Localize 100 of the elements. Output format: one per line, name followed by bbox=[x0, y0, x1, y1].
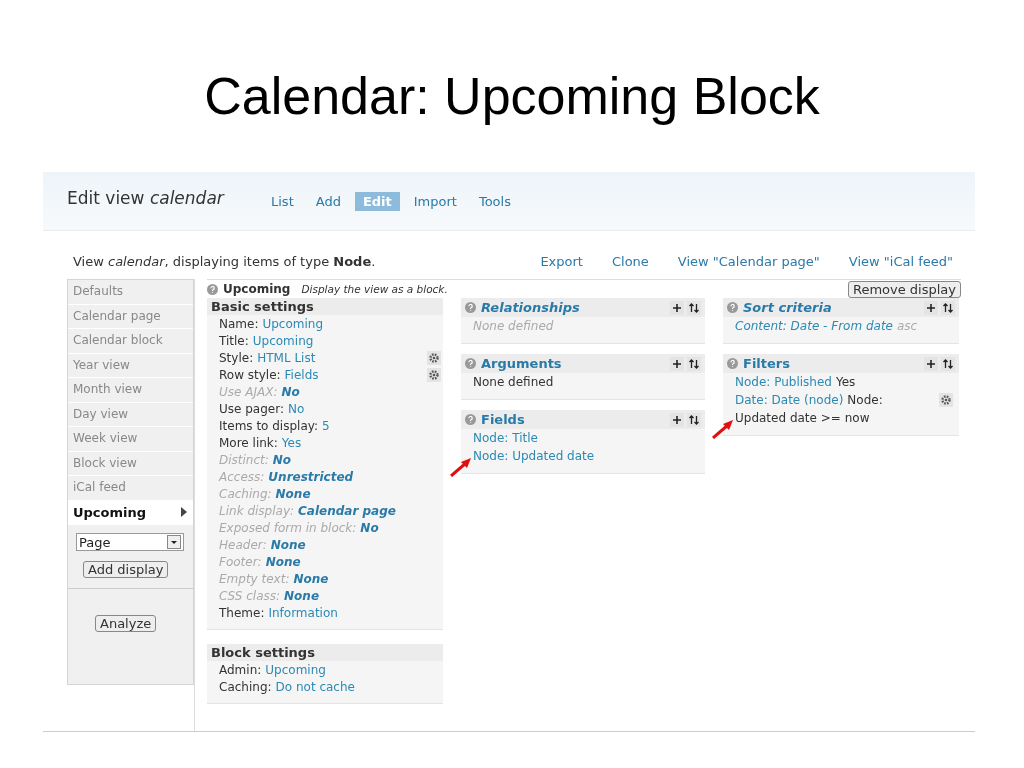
display-tab[interactable]: Calendar page bbox=[68, 304, 193, 329]
display-tab[interactable]: iCal feed bbox=[68, 476, 193, 501]
setting-link[interactable]: Yes bbox=[281, 435, 443, 450]
field-link[interactable]: Content: Date - From date bbox=[735, 319, 893, 333]
tab[interactable]: Add bbox=[307, 191, 349, 211]
help-icon[interactable] bbox=[465, 414, 476, 425]
view-description: View calendar, displaying items of type Node. bbox=[73, 253, 377, 269]
setting-link[interactable]: Fields bbox=[284, 367, 423, 382]
rearrange-icon[interactable] bbox=[687, 356, 701, 371]
setting-label: Use AJAX: bbox=[219, 384, 278, 399]
setting-link[interactable]: Information bbox=[268, 605, 443, 620]
setting-label: Style: bbox=[219, 350, 254, 365]
rearrange-icon[interactable] bbox=[687, 300, 701, 315]
field-link[interactable]: Node: Title bbox=[473, 431, 538, 445]
slide-title: Calendar: Upcoming Block bbox=[203, 66, 821, 127]
setting-link[interactable]: None bbox=[293, 571, 443, 586]
add-icon[interactable] bbox=[670, 412, 684, 427]
item-text: None defined bbox=[473, 375, 554, 389]
item-text: Yes bbox=[835, 375, 856, 389]
remove-display-button[interactable]: Remove display bbox=[847, 280, 961, 298]
setting-label: Admin: bbox=[219, 662, 262, 677]
display-tab[interactable]: Defaults bbox=[68, 280, 193, 305]
setting-label: Theme: bbox=[219, 605, 265, 620]
display-name: Upcoming bbox=[223, 282, 291, 296]
setting-label: Caching: bbox=[219, 679, 272, 694]
setting-link[interactable]: HTML List bbox=[257, 350, 423, 365]
field-link[interactable]: Date: Date (node) bbox=[735, 393, 844, 407]
setting-label: Empty text: bbox=[219, 571, 290, 586]
setting-link[interactable]: None bbox=[270, 537, 443, 552]
display-tab[interactable]: Week view bbox=[68, 427, 193, 452]
rearrange-icon[interactable] bbox=[941, 300, 955, 315]
add-icon[interactable] bbox=[924, 356, 938, 371]
setting-link[interactable]: Do not cache bbox=[275, 679, 443, 694]
setting-label: Caching: bbox=[219, 486, 272, 501]
tab[interactable]: Import bbox=[405, 191, 465, 211]
setting-link[interactable]: No bbox=[287, 401, 443, 416]
tab[interactable]: List bbox=[263, 191, 302, 211]
setting-link[interactable]: Unrestricted bbox=[268, 469, 443, 484]
rearrange-icon[interactable] bbox=[941, 356, 955, 371]
setting-link[interactable]: No bbox=[272, 452, 443, 467]
display-tab[interactable]: Month view bbox=[68, 378, 193, 403]
panel-title: Basic settings bbox=[207, 298, 443, 315]
display-tab[interactable]: Block view bbox=[68, 451, 193, 476]
setting-link[interactable]: None bbox=[275, 486, 443, 501]
display-tab[interactable]: Day view bbox=[68, 402, 193, 427]
setting-link[interactable]: None bbox=[284, 588, 443, 603]
help-icon[interactable] bbox=[727, 358, 738, 369]
gear-icon[interactable] bbox=[427, 350, 441, 365]
setting-label: Name: bbox=[219, 316, 259, 331]
tab[interactable]: Tools bbox=[470, 191, 519, 211]
action-link[interactable]: Clone bbox=[611, 253, 649, 269]
add-icon[interactable] bbox=[924, 300, 938, 315]
setting-label: Row style: bbox=[219, 367, 281, 382]
setting-link[interactable]: Calendar page bbox=[298, 503, 443, 518]
setting-label: Footer: bbox=[219, 554, 262, 569]
gear-icon[interactable] bbox=[427, 367, 441, 382]
tab[interactable]: Edit bbox=[354, 191, 400, 211]
setting-link[interactable]: Upcoming bbox=[265, 662, 443, 677]
gear-icon[interactable] bbox=[939, 393, 953, 407]
display-description: Display the view as a block. bbox=[301, 283, 449, 295]
panel-title: Block settings bbox=[207, 644, 443, 661]
help-icon[interactable] bbox=[465, 302, 476, 313]
display-tab[interactable]: Upcoming bbox=[68, 500, 193, 525]
action-link[interactable]: View "iCal feed" bbox=[848, 253, 953, 269]
setting-link[interactable]: Upcoming bbox=[252, 333, 443, 348]
help-icon[interactable] bbox=[207, 283, 218, 295]
setting-link[interactable]: Upcoming bbox=[262, 316, 443, 331]
add-icon[interactable] bbox=[670, 356, 684, 371]
setting-label: Link display: bbox=[219, 503, 295, 518]
add-icon[interactable] bbox=[670, 300, 684, 315]
field-link[interactable]: Node: Updated date bbox=[473, 449, 595, 463]
display-type-select[interactable]: Page bbox=[76, 533, 184, 551]
setting-label: Use pager: bbox=[219, 401, 284, 416]
page-title: Edit view calendar bbox=[67, 188, 226, 208]
help-icon[interactable] bbox=[727, 302, 738, 313]
muted-text: asc bbox=[896, 319, 918, 333]
setting-label: Access: bbox=[219, 469, 265, 484]
field-link[interactable]: Node: Published bbox=[735, 375, 832, 389]
setting-link[interactable]: No bbox=[281, 384, 443, 399]
setting-link[interactable]: None bbox=[265, 554, 443, 569]
setting-label: More link: bbox=[219, 435, 278, 450]
setting-link[interactable]: No bbox=[360, 520, 443, 535]
action-link[interactable]: View "Calendar page" bbox=[677, 253, 820, 269]
analyze-button[interactable]: Analyze bbox=[95, 615, 157, 632]
item-text: Updated date >= now bbox=[735, 411, 870, 425]
muted-text: None defined bbox=[473, 319, 554, 333]
display-tab[interactable]: Year view bbox=[68, 353, 193, 378]
display-tab[interactable]: Calendar block bbox=[68, 329, 193, 354]
setting-link[interactable]: 5 bbox=[322, 418, 443, 433]
help-icon[interactable] bbox=[465, 358, 476, 369]
triangle-icon bbox=[181, 507, 187, 518]
setting-label: Distinct: bbox=[219, 452, 269, 467]
action-link[interactable]: Export bbox=[540, 253, 583, 269]
item-text: Node: bbox=[847, 393, 883, 407]
setting-label: Items to display: bbox=[219, 418, 319, 433]
setting-label: Exposed form in block: bbox=[219, 520, 357, 535]
add-display-button[interactable]: Add display bbox=[83, 561, 169, 578]
rearrange-icon[interactable] bbox=[687, 412, 701, 427]
setting-label: Title: bbox=[219, 333, 249, 348]
setting-label: Header: bbox=[219, 537, 267, 552]
